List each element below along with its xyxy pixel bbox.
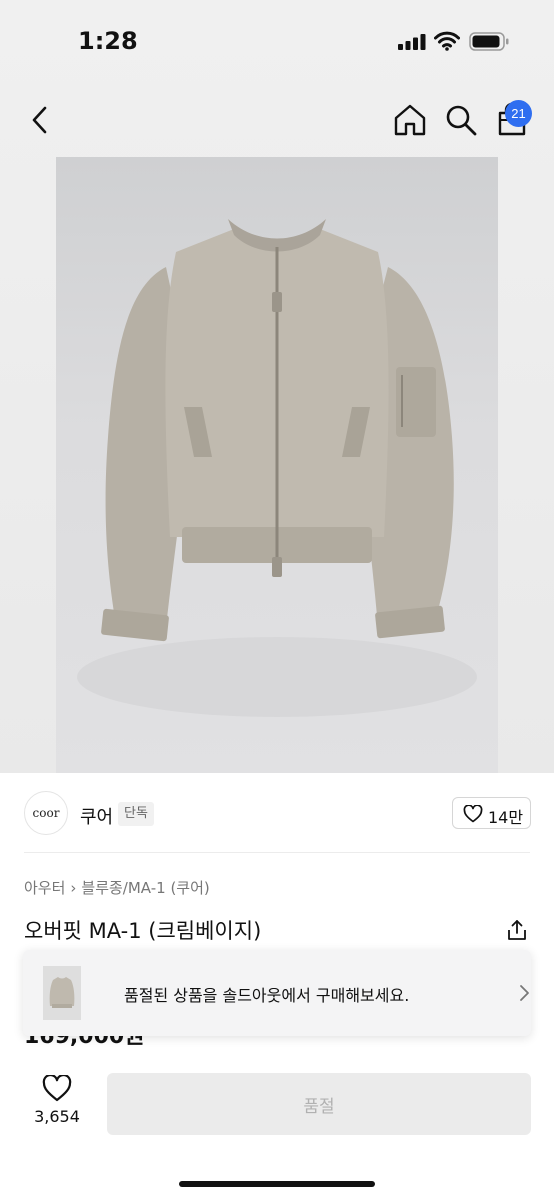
product-like-button[interactable]: 3,654 [30, 1075, 84, 1135]
product-like-count: 3,654 [34, 1107, 80, 1126]
brand-row: coor 쿠어 단독 14만 [0, 786, 554, 842]
soldout-button[interactable]: 품절 [107, 1073, 531, 1135]
brand-logo[interactable]: coor [24, 791, 68, 835]
cart-count-badge: 21 [505, 100, 532, 127]
wifi-icon [434, 31, 460, 51]
jacket-illustration [77, 219, 477, 717]
exclusive-badge: 단독 [118, 802, 154, 826]
brand-like-count: 14만 [488, 808, 524, 827]
brand-like-button[interactable]: 14만 [452, 797, 531, 829]
share-icon[interactable] [505, 918, 529, 942]
battery-icon [469, 32, 509, 51]
breadcrumb: 아우터 › 블루종/MA-1 (쿠어) [24, 877, 210, 898]
status-bar: 1:28 [0, 0, 554, 84]
chevron-right-icon: › [70, 879, 77, 897]
soldout-thumbnail [43, 966, 81, 1020]
home-indicator [179, 1181, 375, 1187]
product-title: 오버핏 MA-1 (크림베이지) [24, 919, 262, 943]
chevron-right-icon [520, 985, 529, 1001]
nav-bar [0, 90, 554, 150]
divider [24, 852, 530, 853]
back-icon[interactable] [24, 104, 56, 136]
search-icon[interactable] [443, 102, 479, 138]
soldout-notice-text: 품절된 상품을 솔드아웃에서 구매해보세요. [124, 986, 410, 1005]
home-icon[interactable] [392, 102, 428, 138]
signal-icon [398, 34, 426, 50]
soldout-notice-card[interactable]: 품절된 상품을 솔드아웃에서 구매해보세요. [23, 950, 531, 1036]
product-image[interactable] [56, 157, 498, 773]
breadcrumb-item-outer[interactable]: 아우터 [24, 879, 65, 897]
breadcrumb-item-blouson[interactable]: 블루종/MA-1 (쿠어) [81, 879, 209, 897]
heart-icon [463, 805, 483, 823]
brand-name[interactable]: 쿠어 [80, 803, 113, 829]
heart-icon [42, 1075, 72, 1102]
status-time: 1:28 [78, 27, 138, 55]
